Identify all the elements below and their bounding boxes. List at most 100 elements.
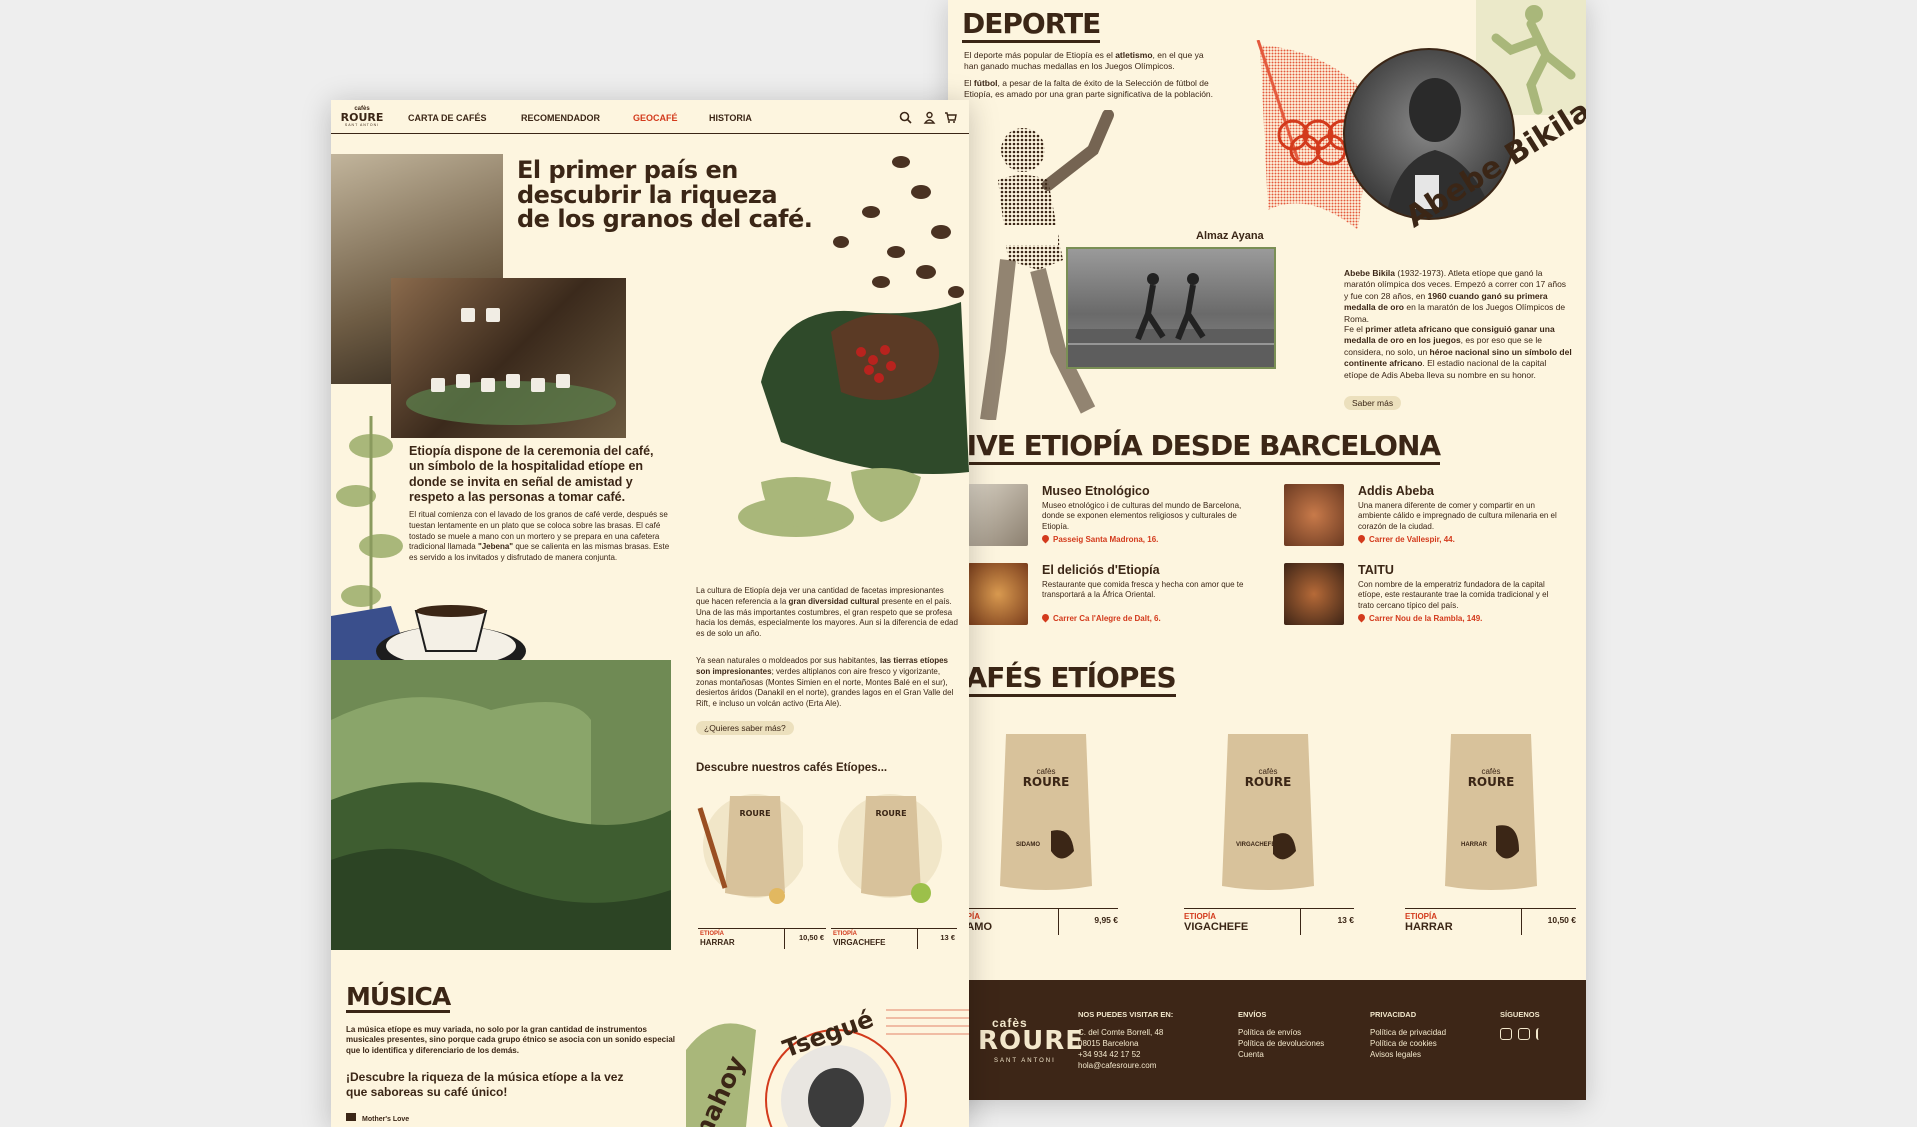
place-address[interactable]: Carrer Nou de la Rambla, 149. bbox=[1356, 612, 1482, 623]
product-separator bbox=[784, 929, 785, 949]
product-name: HARRAR bbox=[700, 938, 735, 947]
mini-coffee-bag-virgachefe[interactable]: ROURE bbox=[836, 788, 944, 906]
descubre-cafes-heading: Descubre nuestros cafés Etíopes... bbox=[696, 762, 888, 774]
place-card-museo[interactable]: Museo Etnológico Museo etnológico i de c… bbox=[968, 484, 1258, 554]
footer-link[interactable]: Cuenta bbox=[1238, 1050, 1324, 1061]
place-description: Museo etnológico i de culturas del mundo… bbox=[1042, 501, 1242, 531]
product-row-vigachefe[interactable]: ETIOPÍA VIGACHEFE 13 € bbox=[1184, 908, 1354, 935]
nav-logo-sub: SANT ANTONI bbox=[344, 123, 380, 127]
nav-item-recomendador[interactable]: RECOMENDADOR bbox=[521, 113, 600, 123]
product-name: VIRGACHEFE bbox=[833, 938, 886, 947]
footer-link[interactable]: Avisos legales bbox=[1370, 1050, 1446, 1061]
mini-coffee-bag-harrar[interactable]: ROURE bbox=[695, 788, 803, 906]
vive-etiopia-title: VIVE ETIOPÍA DESDE BARCELONA bbox=[948, 432, 1441, 465]
abebe-bio-paragraph-2: Fe el primer atleta africano que consigu… bbox=[1344, 324, 1572, 380]
abebe-bio-paragraph-1: Abebe Bikila (1932-1973). Atleta etíope … bbox=[1344, 268, 1567, 324]
culture-paragraph-2: Ya sean naturales o moldeados por sus ha… bbox=[696, 656, 954, 709]
ethiopian-landscape-photo bbox=[331, 660, 671, 950]
footer-visit-line: 08015 Barcelona bbox=[1078, 1038, 1139, 1048]
instagram-icon[interactable] bbox=[1518, 1028, 1530, 1041]
product-price: 10,50 € bbox=[1547, 915, 1576, 925]
svg-text:ROURE: ROURE bbox=[875, 809, 906, 818]
coffee-bag-sidamo[interactable]: cafès ROURE SIDAMO bbox=[996, 726, 1096, 896]
place-thumbnail bbox=[968, 563, 1028, 625]
coffee-bag-vigachefe[interactable]: cafès ROURE VIRGACHEFE bbox=[1218, 726, 1318, 896]
bag-label: SIDAMO bbox=[1016, 842, 1040, 848]
product-price: 9,95 € bbox=[1094, 915, 1118, 925]
product-row-sidamo[interactable]: ETIOPÍA SIDAMO 9,95 € bbox=[948, 908, 1118, 935]
nav-item-geocafe[interactable]: GEOCAFÉ bbox=[633, 113, 678, 123]
svg-text:ROURE: ROURE bbox=[739, 809, 770, 818]
front-page: cafès ROURE SANT ANTONI CARTA DE CAFÉS R… bbox=[331, 100, 969, 1127]
deporte-paragraph-1: El deporte más popular de Etiopía es el … bbox=[964, 50, 1204, 72]
saber-mas-button[interactable]: Saber más bbox=[1344, 396, 1402, 410]
musica-paragraph: La música etíope es muy variada, no solo… bbox=[346, 1025, 675, 1055]
ceremony-paragraph: El ritual comienza con el lavado de los … bbox=[409, 510, 670, 563]
place-card-delicios[interactable]: El deliciós d'Etiopía Restaurante que co… bbox=[968, 563, 1258, 633]
search-icon[interactable] bbox=[899, 111, 912, 124]
place-address[interactable]: Carrer Ca l'Alegre de Dalt, 6. bbox=[1040, 612, 1161, 623]
user-icon[interactable] bbox=[923, 111, 936, 124]
footer-link[interactable]: Política de cookies bbox=[1370, 1039, 1446, 1050]
cups-illustration bbox=[406, 308, 616, 425]
product-origin: ETIOPÍA bbox=[833, 931, 858, 937]
product-price: 13 € bbox=[1337, 915, 1354, 925]
cart-icon[interactable] bbox=[944, 111, 957, 124]
nav-item-carta-de-cafes[interactable]: CARTA DE CAFÉS bbox=[408, 113, 487, 123]
musica-subtitle: ¡Descubre la riqueza de la música etíope… bbox=[346, 1070, 624, 1099]
nav-item-historia[interactable]: HISTORIA bbox=[709, 113, 752, 123]
location-pin-icon bbox=[1040, 533, 1051, 544]
footer-visit-line: C. del Comte Borrell, 48 bbox=[1078, 1028, 1164, 1038]
mini-product-row-virgachefe[interactable]: ETIOPÍA VIRGACHEFE 13 € bbox=[831, 928, 957, 949]
place-description: Restaurante que comida fresca y hecha co… bbox=[1042, 580, 1244, 600]
footer-envios-heading: ENVÍOS bbox=[1238, 1010, 1267, 1019]
quieres-saber-mas-button[interactable]: ¿Quieres saber más? bbox=[696, 721, 794, 735]
deporte-paragraph-2: El fútbol, a pesar de la falta de éxito … bbox=[964, 78, 1214, 100]
footer-privacy-column: PRIVACIDAD Política de privacidad Políti… bbox=[1370, 1010, 1446, 1061]
place-address[interactable]: Passeig Santa Madrona, 16. bbox=[1040, 533, 1158, 544]
top-navigation: cafès ROURE SANT ANTONI CARTA DE CAFÉS R… bbox=[331, 100, 969, 134]
place-thumbnail bbox=[968, 484, 1028, 546]
footer-social-heading: SÍGUENOS bbox=[1500, 1010, 1540, 1019]
location-pin-icon bbox=[1356, 612, 1367, 623]
back-page: DEPORTE El deporte más popular de Etiopí… bbox=[948, 0, 1586, 1100]
deporte-title: DEPORTE bbox=[962, 10, 1101, 43]
facebook-icon[interactable] bbox=[1536, 1028, 1542, 1041]
coffee-bag-harrar[interactable]: cafès ROURE HARRAR bbox=[1441, 726, 1541, 896]
product-separator bbox=[1521, 909, 1522, 935]
footer: cafès ROURE SANT ANTONI NOS PUEDES VISIT… bbox=[948, 980, 1586, 1100]
footer-logo[interactable]: ROURE bbox=[978, 1026, 1084, 1056]
culture-paragraph-1: La cultura de Etiopía deja ver una canti… bbox=[696, 586, 958, 639]
product-separator bbox=[1300, 909, 1301, 935]
product-separator bbox=[917, 929, 918, 949]
place-card-taitu[interactable]: TAITU Con nombre de la emperatriz fundad… bbox=[1284, 563, 1574, 633]
music-player[interactable]: Mother's Love bbox=[346, 1113, 506, 1127]
product-row-harrar[interactable]: ETIOPÍA HARRAR 10,50 € bbox=[1405, 908, 1576, 935]
footer-visit-line[interactable]: hola@cafesroure.com bbox=[1078, 1061, 1173, 1072]
product-origin: ETIOPÍA bbox=[1184, 912, 1217, 921]
footer-visit-line[interactable]: +34 934 42 17 52 bbox=[1078, 1050, 1173, 1061]
almaz-ayana-photo bbox=[1066, 247, 1276, 369]
product-origin: ETIOPÍA bbox=[700, 931, 725, 937]
play-icon[interactable] bbox=[346, 1113, 356, 1121]
footer-visit-heading: NOS PUEDES VISITAR EN: bbox=[1078, 1010, 1174, 1019]
location-pin-icon bbox=[1040, 612, 1051, 623]
footer-logo-sub: SANT ANTONI bbox=[994, 1058, 1056, 1064]
place-card-addis-abeba[interactable]: Addis Abeba Una manera diferente de come… bbox=[1284, 484, 1574, 554]
coffee-cups-photo bbox=[391, 278, 626, 438]
mini-product-row-harrar[interactable]: ETIOPÍA HARRAR 10,50 € bbox=[698, 928, 826, 949]
product-price: 10,50 € bbox=[798, 933, 824, 942]
product-separator bbox=[1058, 909, 1059, 935]
svg-text:ROURE: ROURE bbox=[1468, 775, 1515, 789]
footer-social-column: SÍGUENOS bbox=[1500, 1010, 1542, 1041]
track-title: Mother's Love bbox=[362, 1116, 410, 1123]
nav-logo-main: ROURE bbox=[340, 111, 384, 124]
nav-logo[interactable]: cafès ROURE SANT ANTONI bbox=[339, 106, 385, 127]
footer-link[interactable]: Política de privacidad bbox=[1370, 1028, 1446, 1039]
social-icons bbox=[1500, 1028, 1542, 1041]
footer-privacy-heading: PRIVACIDAD bbox=[1370, 1010, 1417, 1019]
footer-link[interactable]: Política de devoluciones bbox=[1238, 1039, 1324, 1050]
place-address[interactable]: Carrer de Vallespir, 44. bbox=[1356, 533, 1455, 544]
footer-link[interactable]: Política de envíos bbox=[1238, 1028, 1324, 1039]
twitter-icon[interactable] bbox=[1500, 1028, 1512, 1041]
